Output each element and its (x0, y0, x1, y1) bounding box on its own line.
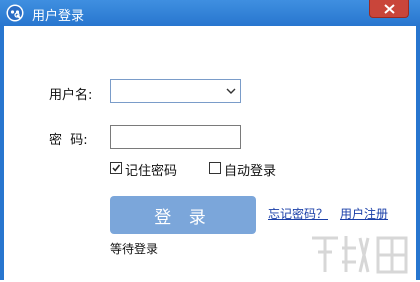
checkmark-icon (112, 164, 121, 172)
status-text: 等待登录 (110, 242, 159, 256)
forgot-password-link[interactable]: 忘记密码？ (268, 205, 328, 222)
auto-login-checkbox[interactable] (209, 162, 221, 174)
login-button[interactable]: 登 录 (110, 196, 256, 234)
password-field[interactable] (110, 125, 241, 149)
title-bar: 用户登录 (0, 0, 420, 26)
window-title: 用户登录 (32, 9, 85, 24)
watermark-logo (308, 228, 412, 278)
app-logo-icon (6, 4, 24, 22)
password-label: 密 码: (49, 133, 88, 148)
username-combobox[interactable] (110, 79, 241, 103)
remember-password-checkbox[interactable] (110, 162, 122, 174)
chevron-down-icon (226, 88, 236, 94)
auto-login-label: 自动登录 (224, 164, 277, 179)
remember-password-label: 记住密码 (125, 164, 178, 179)
username-label: 用户名: (49, 88, 93, 103)
register-link[interactable]: 用户注册 (340, 205, 388, 222)
close-icon (384, 4, 395, 14)
close-button[interactable] (369, 0, 409, 18)
